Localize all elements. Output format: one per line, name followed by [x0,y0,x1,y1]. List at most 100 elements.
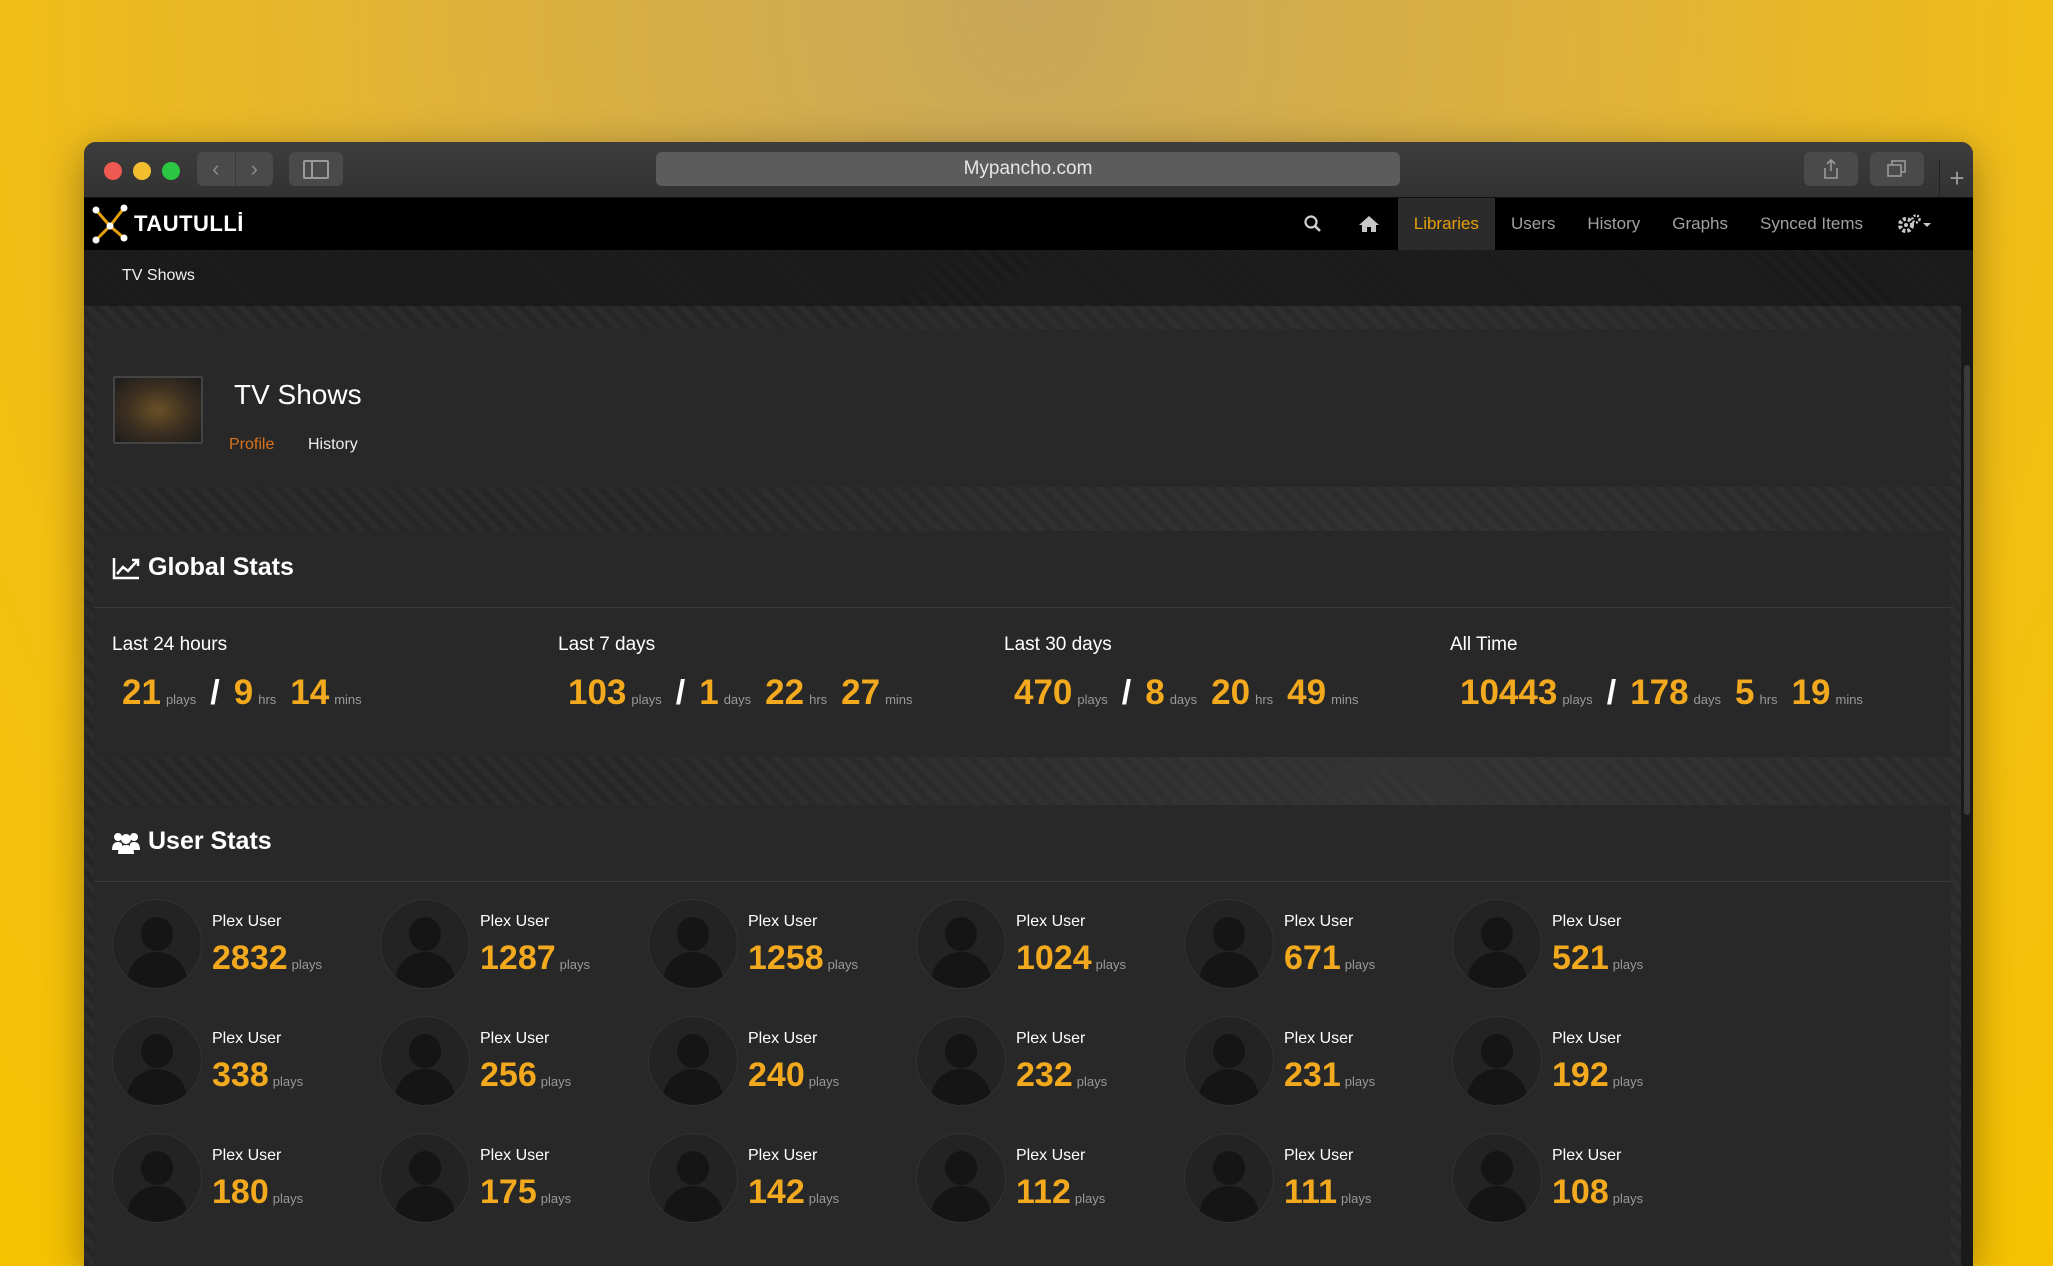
chevron-right-icon: › [250,156,258,181]
user-play-count: 180 [212,1173,269,1211]
user-name: Plex User [1016,1030,1086,1047]
user-play-count: 338 [212,1056,269,1094]
stat-days-unit: days [1169,692,1198,707]
user-card[interactable]: Plex User 671 plays [1184,899,1444,999]
user-card[interactable]: Plex User 231 plays [1184,1016,1444,1116]
user-plays: 111 plays [1284,1173,1385,1212]
avatar-body [1199,1069,1259,1105]
global-stats-title: Global Stats [112,553,294,582]
stat-plays-unit: plays [631,692,662,707]
address-bar[interactable]: Mypancho.com [656,152,1400,186]
stat-mins: 49 [1287,673,1327,712]
avatar-body [1467,1069,1527,1105]
stat-values: 103 plays / 1 days 22 hrs 27 mins [568,673,927,713]
divider [94,607,1951,608]
user-plays: 240 plays [748,1056,853,1095]
user-name: Plex User [748,913,818,930]
user-name: Plex User [1552,1147,1622,1164]
library-title: TV Shows [234,379,362,410]
breadcrumb: TV Shows [84,250,1961,306]
divider [94,881,1951,882]
user-name: Plex User [1284,1147,1354,1164]
sidebar-toggle-button[interactable] [289,152,343,186]
user-card[interactable]: Plex User 1024 plays [916,899,1176,999]
home-button[interactable] [1340,198,1398,250]
user-card[interactable]: Plex User 142 plays [648,1133,908,1233]
user-card[interactable]: Plex User 175 plays [380,1133,640,1233]
stat-plays-unit: plays [1077,692,1108,707]
forward-button[interactable]: › [234,152,274,186]
tab-profile[interactable]: Profile [229,436,274,454]
user-card[interactable]: Plex User 1287 plays [380,899,640,999]
user-card[interactable]: Plex User 1258 plays [648,899,908,999]
user-card[interactable]: Plex User 108 plays [1452,1133,1712,1233]
user-plays: 231 plays [1284,1056,1389,1095]
share-button[interactable] [1804,152,1858,186]
stat-period-label: Last 24 hours [112,634,228,655]
user-plays-unit: plays [1095,957,1126,972]
back-button[interactable]: ‹ [197,152,235,186]
stat-values: 470 plays / 8 days 20 hrs 49 mins [1014,673,1373,713]
search-button[interactable] [1286,198,1340,250]
library-thumbnail [113,376,203,444]
users-icon [112,830,140,854]
home-icon [1358,216,1379,232]
avatar [1184,1016,1274,1106]
avatar-head [141,1034,173,1068]
user-card[interactable]: Plex User 240 plays [648,1016,908,1116]
stat-days-unit: days [723,692,752,707]
user-name: Plex User [480,1147,550,1164]
avatar [648,1133,738,1223]
tab-history[interactable]: History [308,436,358,454]
page-scrollbar[interactable] [1961,250,1973,1266]
user-plays: 521 plays [1552,939,1657,978]
user-card[interactable]: Plex User 521 plays [1452,899,1712,999]
nav-synced-items[interactable]: Synced Items [1744,198,1879,250]
stat-separator: / [1121,674,1132,712]
stat-plays: 21 [122,673,161,712]
user-card[interactable]: Plex User 111 plays [1184,1133,1444,1233]
user-card[interactable]: Plex User 338 plays [112,1016,372,1116]
stat-mins: 14 [290,673,330,712]
user-plays: 1024 plays [1016,939,1140,978]
chevron-left-icon: ‹ [212,156,220,181]
nav-history[interactable]: History [1571,198,1656,250]
nav-libraries[interactable]: Libraries [1397,198,1495,250]
minimize-window-button[interactable] [133,162,151,180]
stat-hrs-unit: hrs [1255,692,1274,707]
show-tabs-button[interactable] [1870,152,1924,186]
stat-separator: / [1606,674,1617,712]
stat-mins-unit: mins [1331,692,1359,707]
user-plays-unit: plays [808,1191,840,1206]
avatar-head [141,1151,173,1185]
new-tab-button[interactable]: + [1939,160,1973,197]
avatar [112,899,202,989]
nav-users[interactable]: Users [1495,198,1571,250]
stat-separator: / [675,674,686,712]
user-card[interactable]: Plex User 2832 plays [112,899,372,999]
stat-hrs: 5 [1735,673,1755,712]
nav-graphs[interactable]: Graphs [1656,198,1744,250]
user-card[interactable]: Plex User 112 plays [916,1133,1176,1233]
avatar-head [409,917,441,951]
user-name: Plex User [212,1147,282,1164]
user-card[interactable]: Plex User 256 plays [380,1016,640,1116]
library-header-panel: TV Shows Profile History [94,329,1951,487]
settings-menu-button[interactable] [1879,198,1949,250]
avatar [916,899,1006,989]
brand[interactable]: TAUTULLİ [90,200,244,248]
scrollbar-thumb[interactable] [1964,365,1970,815]
close-window-button[interactable] [104,162,122,180]
user-plays: 142 plays [748,1173,853,1212]
user-plays-unit: plays [272,1191,304,1206]
stat-separator: / [210,674,220,712]
user-card[interactable]: Plex User 232 plays [916,1016,1176,1116]
user-card[interactable]: Plex User 180 plays [112,1133,372,1233]
user-plays: 338 plays [212,1056,317,1095]
user-plays: 192 plays [1552,1056,1657,1095]
avatar [648,899,738,989]
zoom-window-button[interactable] [162,162,180,180]
nav-menu: Libraries Users History Graphs Synced It… [1286,198,1949,250]
user-card[interactable]: Plex User 192 plays [1452,1016,1712,1116]
avatar [112,1016,202,1106]
